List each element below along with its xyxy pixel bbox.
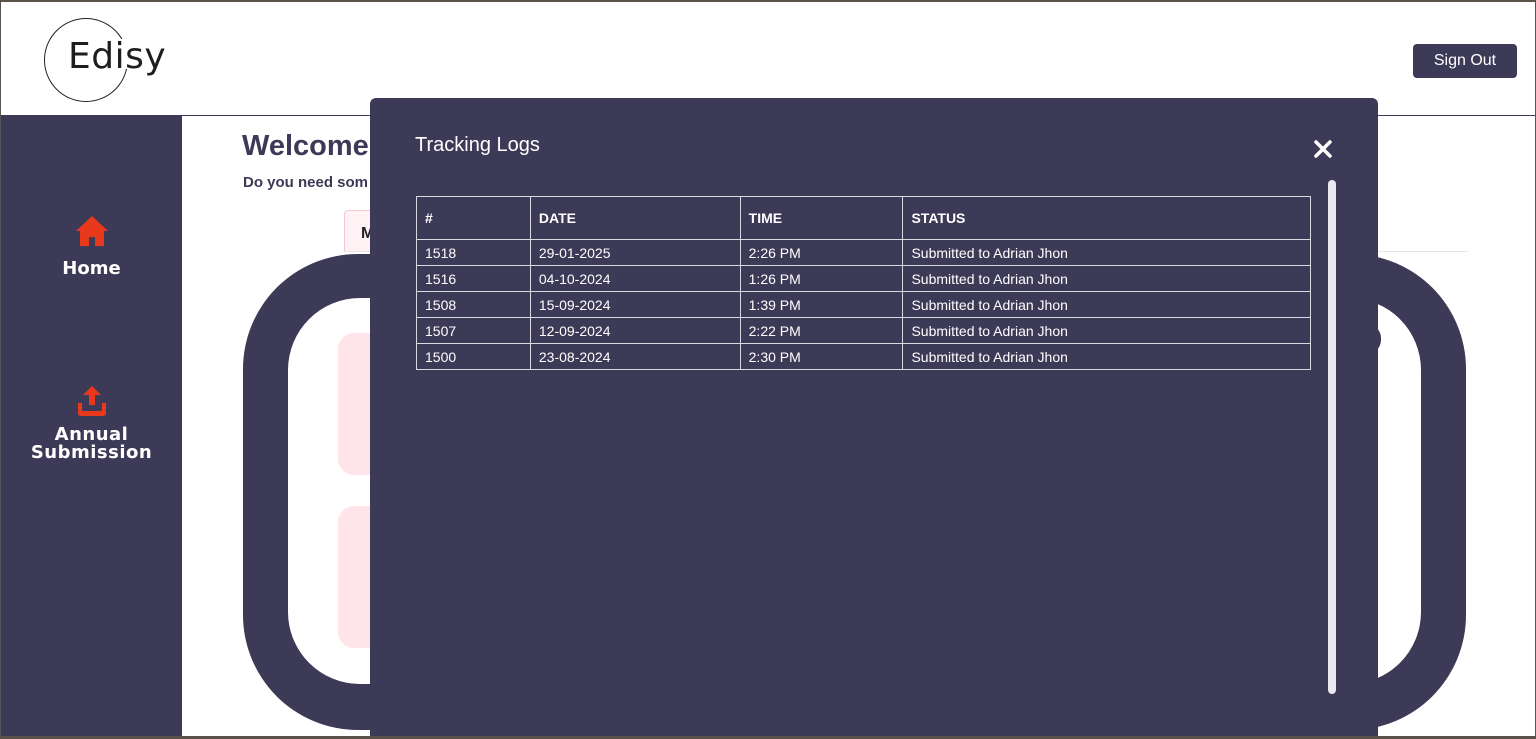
cell-status: Submitted to Adrian Jhon (902, 265, 1311, 292)
cell-date: 29-01-2025 (529, 239, 741, 266)
table-row: 1500 23-08-2024 2:30 PM Submitted to Adr… (416, 343, 1311, 370)
sign-out-button[interactable]: Sign Out (1413, 44, 1517, 78)
column-header-status: STATUS (902, 196, 1311, 240)
table-row: 1518 29-01-2025 2:26 PM Submitted to Adr… (416, 239, 1311, 266)
cell-id: 1508 (416, 291, 531, 318)
cell-id: 1500 (416, 343, 531, 370)
cell-id: 1507 (416, 317, 531, 344)
cell-date: 15-09-2024 (529, 291, 741, 318)
table-row: 1507 12-09-2024 2:22 PM Submitted to Adr… (416, 317, 1311, 344)
cell-time: 1:26 PM (739, 265, 904, 292)
modal-scrollbar[interactable] (1328, 180, 1336, 694)
sidebar-item-label: Home (62, 258, 121, 279)
cell-status: Submitted to Adrian Jhon (902, 317, 1311, 344)
tracking-logs-modal: Tracking Logs # DATE TIME STATUS 1518 29… (370, 98, 1378, 736)
tracking-logs-table: # DATE TIME STATUS 1518 29-01-2025 2:26 … (416, 196, 1311, 370)
cell-time: 1:39 PM (739, 291, 904, 318)
sidebar-item-annual-submission[interactable]: Annual Submission (1, 384, 182, 462)
cell-date: 23-08-2024 (529, 343, 741, 370)
cell-id: 1516 (416, 265, 531, 292)
table-row: 1516 04-10-2024 1:26 PM Submitted to Adr… (416, 265, 1311, 292)
page-subtitle: Do you need som (243, 174, 369, 191)
table-header-row: # DATE TIME STATUS (416, 196, 1311, 240)
cell-date: 12-09-2024 (529, 317, 741, 344)
close-icon[interactable] (1310, 136, 1336, 162)
sidebar-item-label: Annual Submission (1, 426, 182, 462)
cell-id: 1518 (416, 239, 531, 266)
app-window: Edisy Sign Out Home Annual Submission We… (0, 2, 1536, 736)
cell-date: 04-10-2024 (529, 265, 741, 292)
cell-time: 2:22 PM (739, 317, 904, 344)
sidebar: Home Annual Submission (1, 116, 182, 736)
column-header-time: TIME (739, 196, 904, 240)
table-row: 1508 15-09-2024 1:39 PM Submitted to Adr… (416, 291, 1311, 318)
app-logo: Edisy (68, 36, 167, 77)
cell-status: Submitted to Adrian Jhon (902, 291, 1311, 318)
cell-time: 2:30 PM (739, 343, 904, 370)
cell-time: 2:26 PM (739, 239, 904, 266)
home-icon (1, 214, 182, 248)
column-header-date: DATE (529, 196, 741, 240)
page-title: Welcome (242, 130, 369, 162)
modal-title: Tracking Logs (415, 134, 540, 156)
cell-status: Submitted to Adrian Jhon (902, 239, 1311, 266)
label-line-2: Submission (30, 442, 153, 463)
sidebar-item-home[interactable]: Home (1, 214, 182, 279)
column-header-id: # (416, 196, 531, 240)
cell-status: Submitted to Adrian Jhon (902, 343, 1311, 370)
upload-icon (1, 384, 182, 418)
